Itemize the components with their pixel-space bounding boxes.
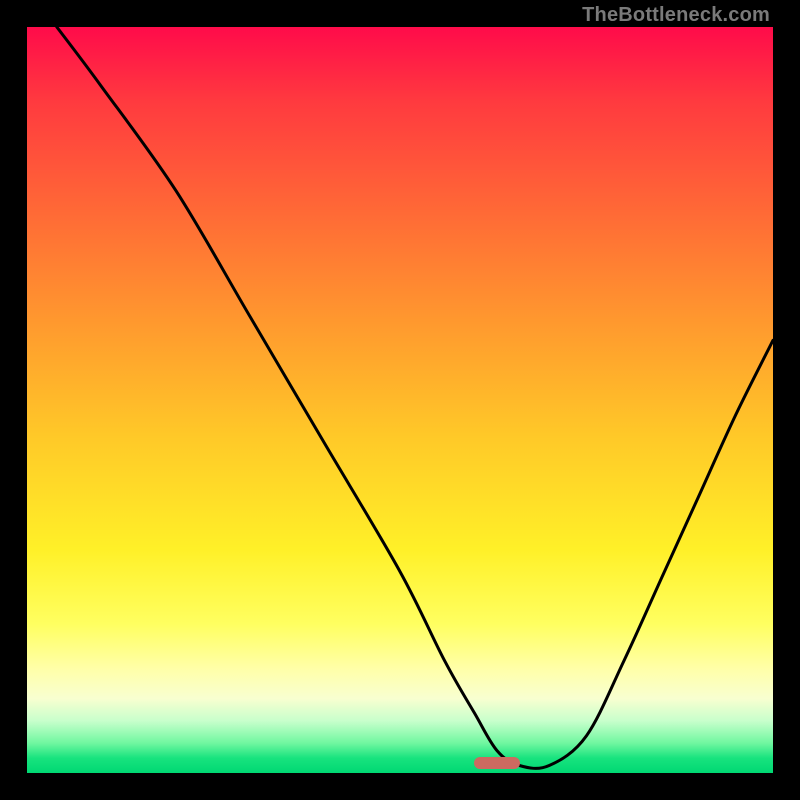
chart-frame: TheBottleneck.com bbox=[0, 0, 800, 800]
watermark-text: TheBottleneck.com bbox=[582, 4, 770, 27]
optimal-marker bbox=[474, 757, 520, 769]
background-gradient bbox=[27, 27, 773, 773]
plot-area bbox=[27, 27, 773, 773]
